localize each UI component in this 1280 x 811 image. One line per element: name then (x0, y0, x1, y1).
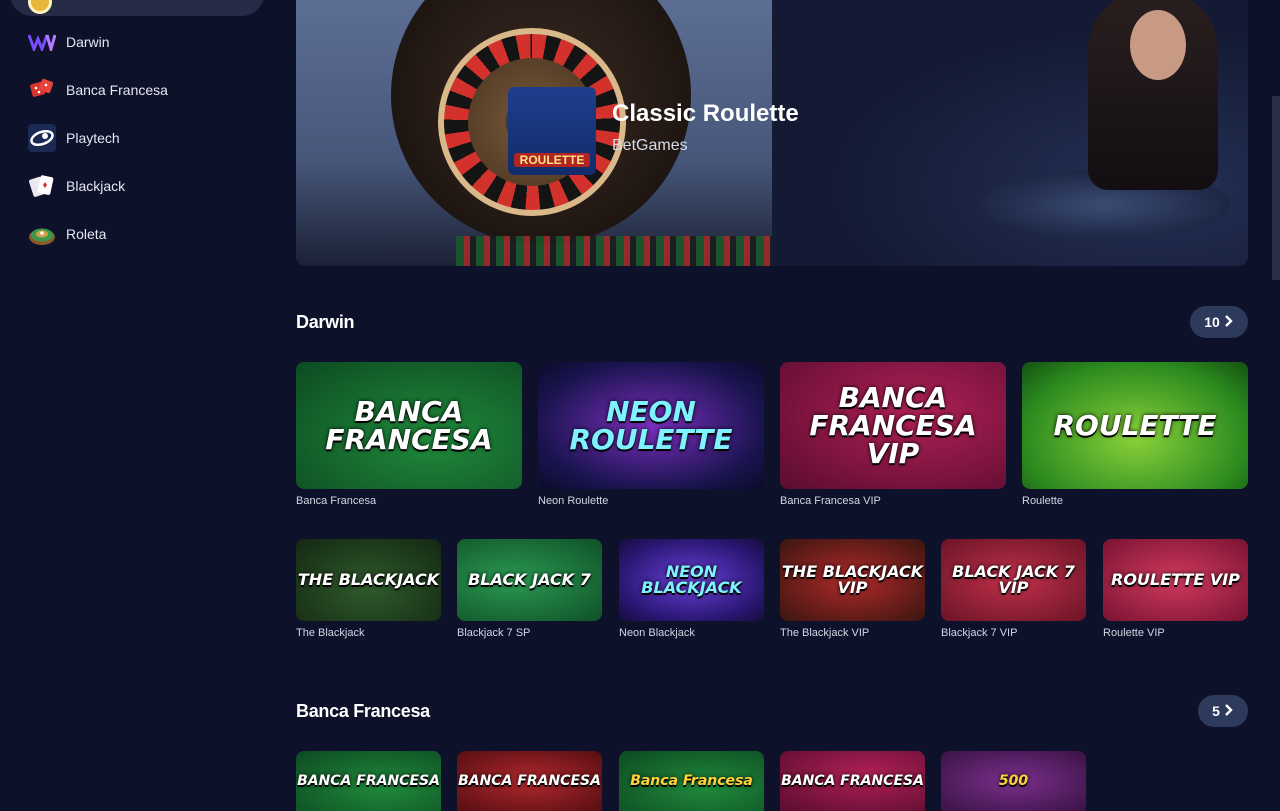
game-name[interactable]: Banca Francesa (296, 495, 522, 507)
game-name[interactable]: The Blackjack VIP (780, 627, 925, 639)
game-card[interactable]: THE BLACKJACK VIP The Blackjack VIP (780, 539, 925, 639)
game-card[interactable]: NEON BLACKJACK Neon Blackjack (619, 539, 764, 639)
game-name[interactable]: Blackjack 7 SP (457, 627, 602, 639)
see-all-darwin-button[interactable]: 10 (1190, 306, 1248, 338)
playtech-logo-icon (28, 124, 56, 152)
game-thumbnail[interactable]: BANCA FRANCESA (457, 751, 602, 811)
hero-game-title[interactable]: Classic Roulette (612, 100, 799, 128)
game-card[interactable]: BLACK JACK 7 Blackjack 7 SP (457, 539, 602, 639)
game-thumbnail[interactable]: THE BLACKJACK VIP (780, 539, 925, 621)
game-card[interactable]: BANCA FRANCESA Banca Francesa (296, 362, 522, 507)
sidebar-item-label: Blackjack (66, 178, 126, 194)
dice-icon (28, 76, 56, 104)
sidebar-item-label: Roleta (66, 226, 107, 242)
chevron-right-icon (1224, 703, 1234, 719)
sidebar-item-label: Darwin (66, 34, 110, 50)
game-thumbnail[interactable]: ROULETTE VIP (1103, 539, 1248, 621)
game-thumbnail[interactable]: NEON BLACKJACK (619, 539, 764, 621)
game-name[interactable]: Blackjack 7 VIP (941, 627, 1086, 639)
game-thumbnail[interactable]: Banca Francesa (619, 751, 764, 811)
game-card[interactable]: ROULETTE Roulette (1022, 362, 1248, 507)
see-all-banca-francesa-button[interactable]: 5 (1198, 695, 1248, 727)
betting-table-image (456, 236, 772, 266)
sidebar-item-roleta[interactable]: Roleta (28, 220, 106, 248)
game-card[interactable]: Banca Francesa (619, 751, 764, 811)
game-thumbnail[interactable]: ROULETTE (1022, 362, 1248, 489)
game-card[interactable]: BANCA FRANCESA (780, 751, 925, 811)
sidebar-item-banca-francesa[interactable]: Banca Francesa (28, 76, 168, 104)
game-thumbnail[interactable]: BLACK JACK 7 (457, 539, 602, 621)
game-card[interactable]: ROULETTE VIP Roulette VIP (1103, 539, 1248, 639)
game-thumbnail[interactable]: BLACK JACK 7 VIP (941, 539, 1086, 621)
game-name[interactable]: Roulette VIP (1103, 627, 1248, 639)
sidebar-item-darwin[interactable]: Darwin (28, 28, 110, 56)
game-name[interactable]: Neon Roulette (538, 495, 764, 507)
sidebar-item-label: Banca Francesa (66, 82, 168, 98)
section-title-banca-francesa[interactable]: Banca Francesa (296, 701, 430, 722)
sidebar: Darwin Banca Francesa Playtech Blackjack… (0, 0, 280, 800)
game-thumbnail[interactable]: NEON ROULETTE (538, 362, 764, 489)
game-card[interactable]: BANCA FRANCESA (457, 751, 602, 811)
game-name[interactable]: Banca Francesa VIP (780, 495, 1006, 507)
game-card[interactable]: THE BLACKJACK The Blackjack (296, 539, 441, 639)
featured-game-banner[interactable] (296, 0, 1248, 266)
playing-cards-icon (28, 172, 56, 200)
game-name[interactable]: The Blackjack (296, 627, 441, 639)
game-thumbnail[interactable]: THE BLACKJACK (296, 539, 441, 621)
game-name[interactable]: Roulette (1022, 495, 1248, 507)
hero-info-panel (772, 0, 1248, 266)
roulette-wheel-icon (28, 220, 56, 248)
chevron-right-icon (1224, 314, 1234, 330)
game-card[interactable]: NEON ROULETTE Neon Roulette (538, 362, 764, 507)
sidebar-item-label: Playtech (66, 130, 120, 146)
game-card[interactable]: BANCA FRANCESA VIP Banca Francesa VIP (780, 362, 1006, 507)
coin-icon (28, 0, 52, 14)
sidebar-item-playtech[interactable]: Playtech (28, 124, 120, 152)
hero-game-provider: BetGames (612, 137, 688, 154)
game-card[interactable]: 500 (941, 751, 1086, 811)
game-thumbnail[interactable]: 500 (941, 751, 1086, 811)
sidebar-active-item[interactable] (10, 0, 264, 16)
section-title-darwin[interactable]: Darwin (296, 312, 355, 333)
count-label: 10 (1204, 314, 1220, 330)
game-thumbnail[interactable]: BANCA FRANCESA (296, 751, 441, 811)
game-thumbnail[interactable]: BANCA FRANCESA (296, 362, 522, 489)
darwin-logo-icon (28, 28, 56, 56)
game-thumbnail[interactable]: BANCA FRANCESA VIP (780, 362, 1006, 489)
sidebar-item-blackjack[interactable]: Blackjack (28, 172, 125, 200)
game-thumbnail[interactable]: BANCA FRANCESA (780, 751, 925, 811)
game-name[interactable]: Neon Blackjack (619, 627, 764, 639)
count-label: 5 (1212, 703, 1220, 719)
hero-game-thumbnail[interactable]: ROULETTE (508, 87, 596, 175)
game-card[interactable]: BANCA FRANCESA (296, 751, 441, 811)
game-card[interactable]: BLACK JACK 7 VIP Blackjack 7 VIP (941, 539, 1086, 639)
page-scrollbar[interactable] (1272, 96, 1280, 280)
